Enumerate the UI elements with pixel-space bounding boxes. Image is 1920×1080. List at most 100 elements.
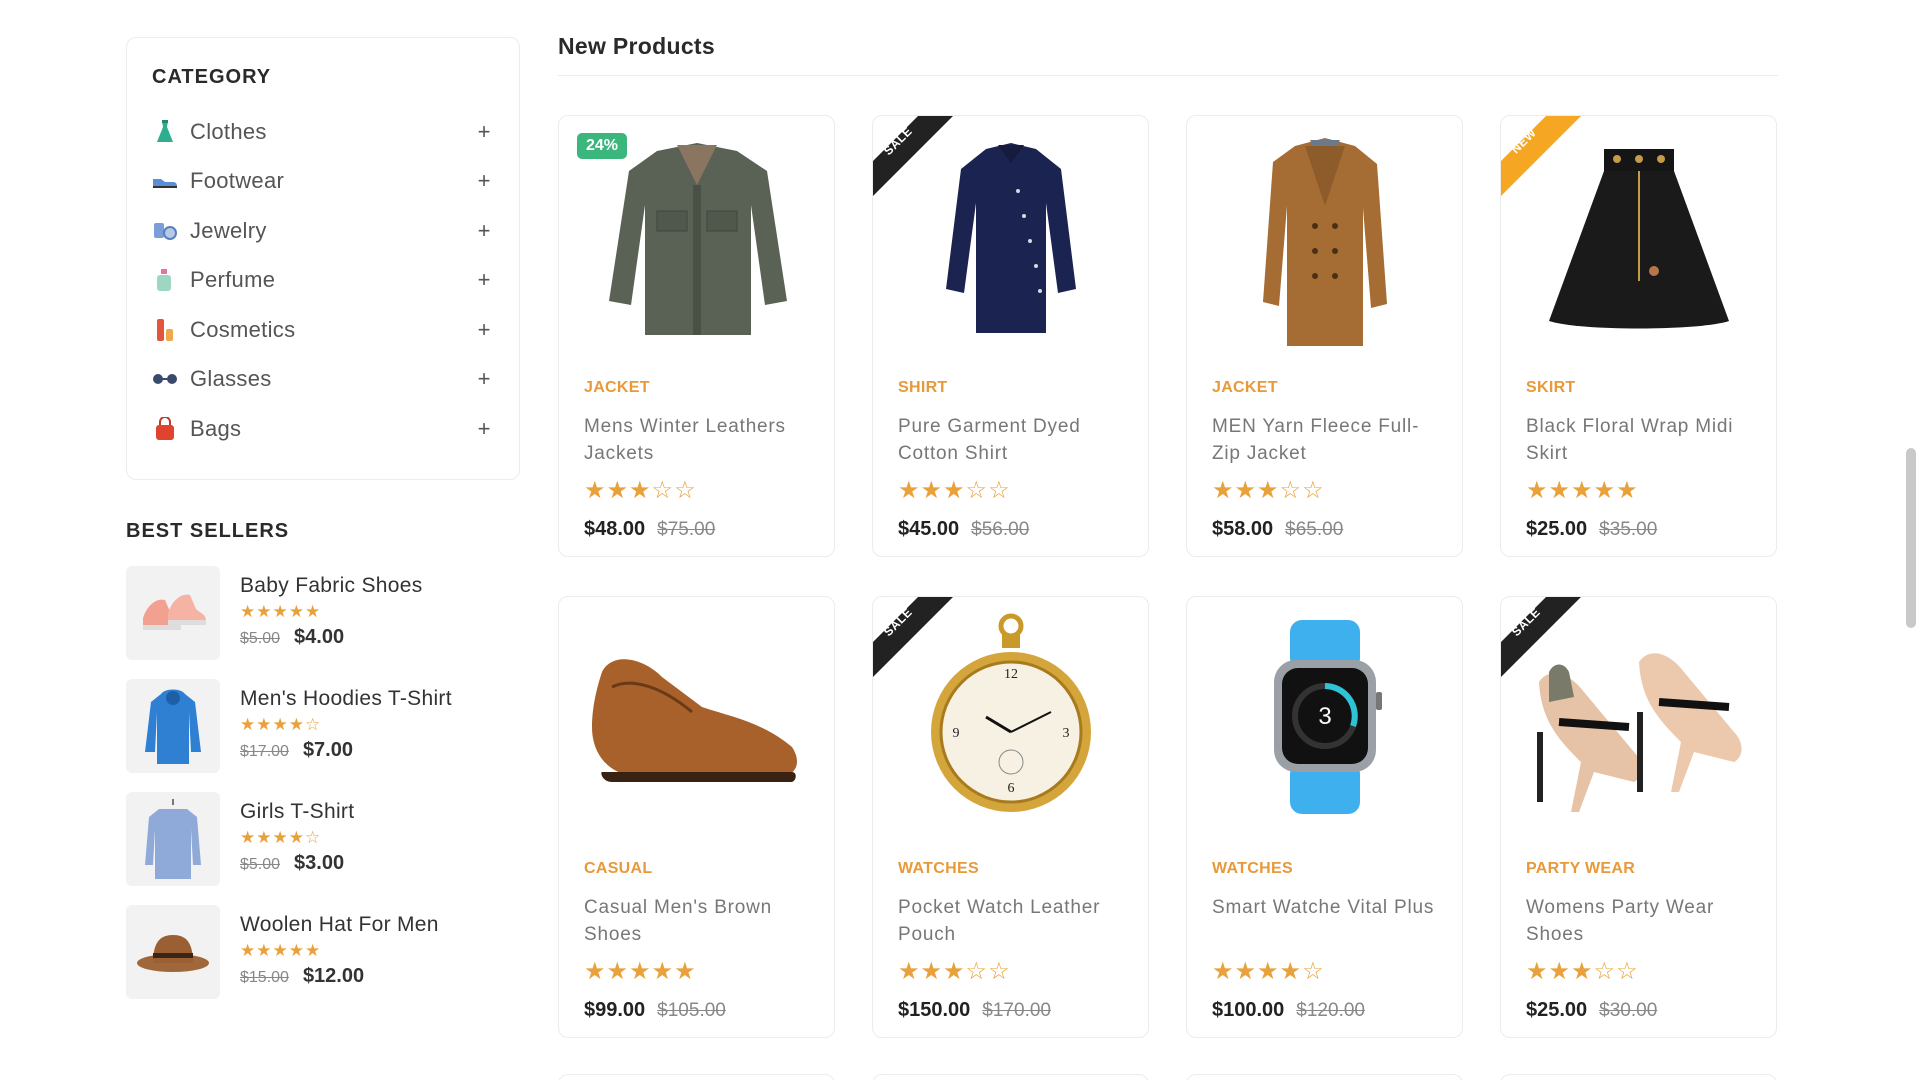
product-category[interactable]: JACKET xyxy=(584,379,650,397)
product-card[interactable]: SALE PARTY WEAR Womens Party Wear Shoes … xyxy=(1500,596,1777,1038)
best-sellers-list: Baby Fabric Shoes ★★★★★ $5.00 $4.00 Men'… xyxy=(126,566,520,1018)
product-name[interactable]: Casual Men's Brown Shoes xyxy=(584,894,814,948)
category-label: Footwear xyxy=(190,168,285,194)
category-label: Bags xyxy=(190,415,242,441)
expand-icon[interactable]: + xyxy=(474,366,494,392)
product-category[interactable]: WATCHES xyxy=(898,860,979,878)
product-card[interactable]: SALE 12 3 6 9 WATCHES Pocket Watch Leather … xyxy=(872,596,1149,1038)
product-category[interactable]: SHIRT xyxy=(898,379,948,397)
page-scrollbar[interactable] xyxy=(1906,448,1916,628)
old-price: $5.00 xyxy=(240,856,281,873)
rating-stars: ★★★★★ xyxy=(240,602,322,621)
expand-icon[interactable]: + xyxy=(474,168,494,194)
product-image[interactable]: 3 xyxy=(1187,597,1462,837)
expand-icon[interactable]: + xyxy=(474,317,494,343)
rating-stars: ★★★☆☆ xyxy=(1526,958,1639,985)
old-price: $170.00 xyxy=(982,1000,1051,1021)
product-name[interactable]: Baby Fabric Shoes xyxy=(240,574,423,598)
product-name[interactable]: Pure Garment Dyed Cotton Shirt xyxy=(898,413,1128,467)
price: $100.00 xyxy=(1212,999,1285,1021)
old-price: $65.00 xyxy=(1285,519,1344,540)
product-category[interactable]: JACKET xyxy=(1212,379,1278,397)
category-item-cosmetics[interactable]: Cosmetics + xyxy=(152,305,494,355)
expand-icon[interactable]: + xyxy=(474,416,494,442)
category-item-glasses[interactable]: Glasses + xyxy=(152,355,494,405)
bag-icon xyxy=(152,416,178,442)
new-ribbon xyxy=(1501,116,1581,196)
old-price: $75.00 xyxy=(657,519,716,540)
category-item-footwear[interactable]: Footwear + xyxy=(152,157,494,207)
rating-stars: ★★★★☆ xyxy=(240,828,322,847)
product-name[interactable]: Woolen Hat For Men xyxy=(240,913,439,937)
product-category[interactable]: CASUAL xyxy=(584,860,652,878)
rating-stars: ★★★☆☆ xyxy=(584,477,697,504)
price: $12.00 xyxy=(302,965,365,987)
product-card-partial[interactable] xyxy=(872,1074,1149,1080)
product-card-partial[interactable] xyxy=(558,1074,835,1080)
product-card[interactable]: 3 WATCHES Smart Watche Vital Plus ★★★★☆ … xyxy=(1186,596,1463,1038)
price: $3.00 xyxy=(294,852,345,874)
rating-stars: ★★★★☆ xyxy=(240,715,322,734)
category-label: Perfume xyxy=(190,267,276,293)
section-title: New Products xyxy=(558,33,715,59)
product-thumbnail[interactable] xyxy=(126,679,220,773)
product-card[interactable]: 24% JACKET Mens Winter Leathers Jackets … xyxy=(558,115,835,557)
category-item-bags[interactable]: Bags + xyxy=(152,404,494,454)
price: $25.00 xyxy=(1526,518,1588,540)
product-name[interactable]: MEN Yarn Fleece Full-Zip Jacket xyxy=(1212,413,1442,467)
category-label: Glasses xyxy=(190,366,272,392)
product-name[interactable]: Smart Watche Vital Plus xyxy=(1212,894,1442,921)
product-name[interactable]: Pocket Watch Leather Pouch xyxy=(898,894,1128,948)
old-price: $17.00 xyxy=(240,743,289,760)
product-image[interactable] xyxy=(1187,116,1462,356)
product-name[interactable]: Mens Winter Leathers Jackets xyxy=(584,413,814,467)
sale-ribbon xyxy=(1501,597,1581,677)
old-price: $15.00 xyxy=(240,969,289,986)
product-card-partial[interactable] xyxy=(1186,1074,1463,1080)
best-seller-item[interactable]: Girls T-Shirt ★★★★☆ $5.00 $3.00 xyxy=(126,792,520,905)
best-seller-item[interactable]: Baby Fabric Shoes ★★★★★ $5.00 $4.00 xyxy=(126,566,520,679)
price: $45.00 xyxy=(898,518,960,540)
product-category[interactable]: PARTY WEAR xyxy=(1526,860,1635,878)
product-image[interactable] xyxy=(559,597,834,837)
category-item-jewelry[interactable]: Jewelry + xyxy=(152,206,494,256)
product-card[interactable]: CASUAL Casual Men's Brown Shoes ★★★★★ $9… xyxy=(558,596,835,1038)
rating-stars: ★★★☆☆ xyxy=(898,477,1011,504)
product-name[interactable]: Womens Party Wear Shoes xyxy=(1526,894,1756,948)
discount-badge: 24% xyxy=(577,133,628,159)
product-card[interactable]: JACKET MEN Yarn Fleece Full-Zip Jacket ★… xyxy=(1186,115,1463,557)
expand-icon[interactable]: + xyxy=(474,119,494,145)
product-thumbnail[interactable] xyxy=(126,566,220,660)
product-thumbnail[interactable] xyxy=(126,792,220,886)
dress-icon xyxy=(152,119,178,145)
old-price: $105.00 xyxy=(657,1000,726,1021)
product-name[interactable]: Men's Hoodies T-Shirt xyxy=(240,687,452,711)
product-thumbnail[interactable] xyxy=(126,905,220,999)
expand-icon[interactable]: + xyxy=(474,218,494,244)
best-seller-item[interactable]: Men's Hoodies T-Shirt ★★★★☆ $17.00 $7.00 xyxy=(126,679,520,792)
category-item-perfume[interactable]: Perfume + xyxy=(152,256,494,306)
rating-stars: ★★★☆☆ xyxy=(898,958,1011,985)
expand-icon[interactable]: + xyxy=(474,267,494,293)
product-category[interactable]: SKIRT xyxy=(1526,379,1576,397)
product-name[interactable]: Girls T-Shirt xyxy=(240,800,354,824)
product-card[interactable]: NEW SKIRT Black Floral Wrap Midi Skirt ★… xyxy=(1500,115,1777,557)
sale-ribbon xyxy=(873,116,953,196)
sale-ribbon xyxy=(873,597,953,677)
glasses-icon xyxy=(152,366,178,392)
product-card-partial[interactable] xyxy=(1500,1074,1777,1080)
category-title: CATEGORY xyxy=(152,66,272,88)
product-card[interactable]: SALE SHIRT Pure Garment Dyed Cotton Shir… xyxy=(872,115,1149,557)
svg-text:3: 3 xyxy=(1062,726,1069,741)
price: $150.00 xyxy=(898,999,971,1021)
product-name[interactable]: Black Floral Wrap Midi Skirt xyxy=(1526,413,1756,467)
old-price: $56.00 xyxy=(971,519,1030,540)
price: $25.00 xyxy=(1526,999,1588,1021)
price: $4.00 xyxy=(294,626,345,648)
product-category[interactable]: WATCHES xyxy=(1212,860,1293,878)
category-item-clothes[interactable]: Clothes + xyxy=(152,107,494,157)
svg-text:9: 9 xyxy=(952,726,959,741)
old-price: $120.00 xyxy=(1296,1000,1365,1021)
best-seller-item[interactable]: Woolen Hat For Men ★★★★★ $15.00 $12.00 xyxy=(126,905,520,1018)
category-label: Clothes xyxy=(190,118,267,144)
